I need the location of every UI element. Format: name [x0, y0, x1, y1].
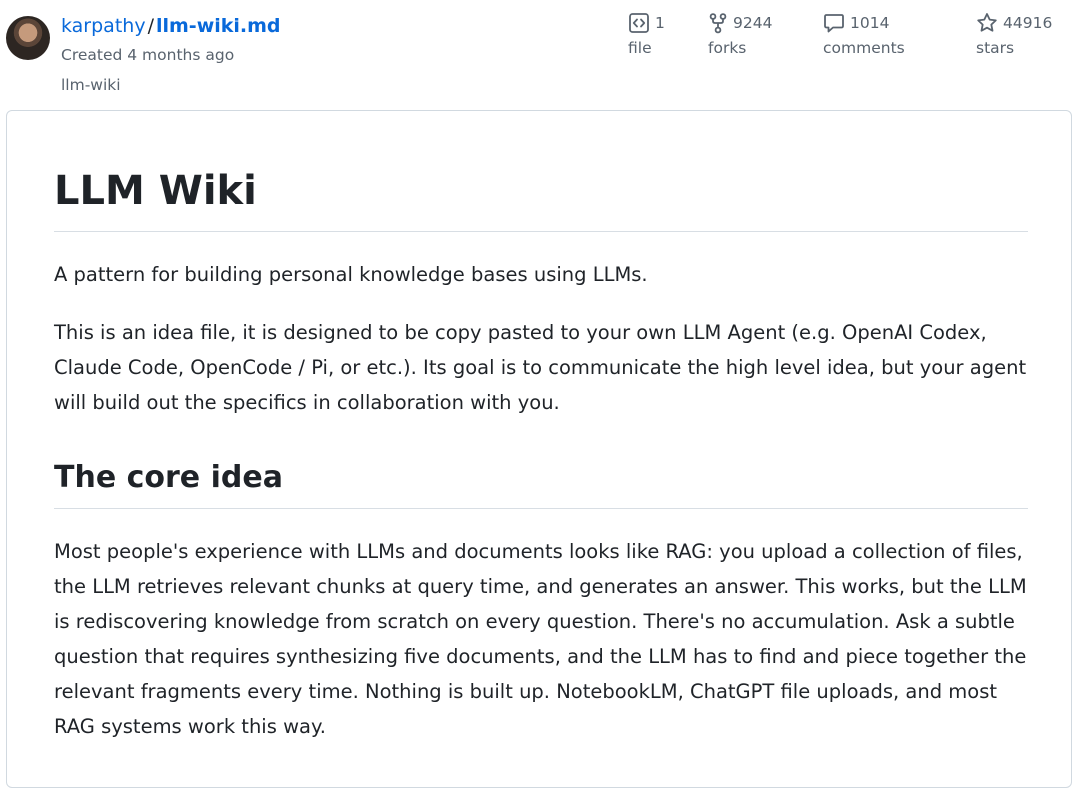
star-icon — [977, 13, 997, 32]
file-label: file — [628, 39, 652, 57]
intro-paragraph: This is an idea file, it is designed to … — [54, 321, 1027, 414]
owner-link[interactable]: karpathy — [61, 15, 146, 37]
tagline-paragraph: A pattern for building personal knowledg… — [54, 263, 648, 286]
title-separator: / — [147, 15, 154, 37]
gist-description: llm-wiki — [61, 76, 121, 94]
section-heading: The core idea — [54, 460, 283, 495]
section-paragraph: Most people's experience with LLMs and d… — [54, 540, 1027, 738]
forks-label: forks — [708, 39, 747, 57]
comments-label: comments — [823, 39, 905, 57]
markdown-file-box: LLM Wiki A pattern for building personal… — [6, 110, 1072, 788]
fork-icon — [709, 13, 727, 34]
comments-count: 1014 — [850, 14, 890, 32]
document-title: LLM Wiki — [54, 168, 257, 214]
forks-count-link[interactable]: 9244 forks — [708, 10, 772, 59]
created-timestamp: Created 4 months ago — [61, 46, 235, 64]
title-divider — [54, 231, 1028, 232]
stars-label: stars — [976, 39, 1015, 57]
stars-count: 44916 — [1003, 14, 1053, 32]
comment-icon — [824, 14, 844, 33]
filename-link[interactable]: llm-wiki.md — [156, 15, 281, 37]
stars-count-link[interactable]: 44916 stars — [976, 10, 1052, 59]
comments-count-link[interactable]: 1014 comments — [823, 10, 905, 59]
section-divider — [54, 508, 1028, 509]
file-count: 1 — [655, 14, 665, 32]
gist-title: karpathy / llm-wiki.md — [61, 13, 281, 39]
forks-count: 9244 — [733, 14, 773, 32]
gist-header: karpathy / llm-wiki.md Created 4 months ag… — [0, 0, 1080, 110]
file-count-link[interactable]: 1 file — [628, 10, 665, 59]
code-square-icon — [629, 13, 649, 33]
avatar[interactable] — [6, 16, 50, 60]
